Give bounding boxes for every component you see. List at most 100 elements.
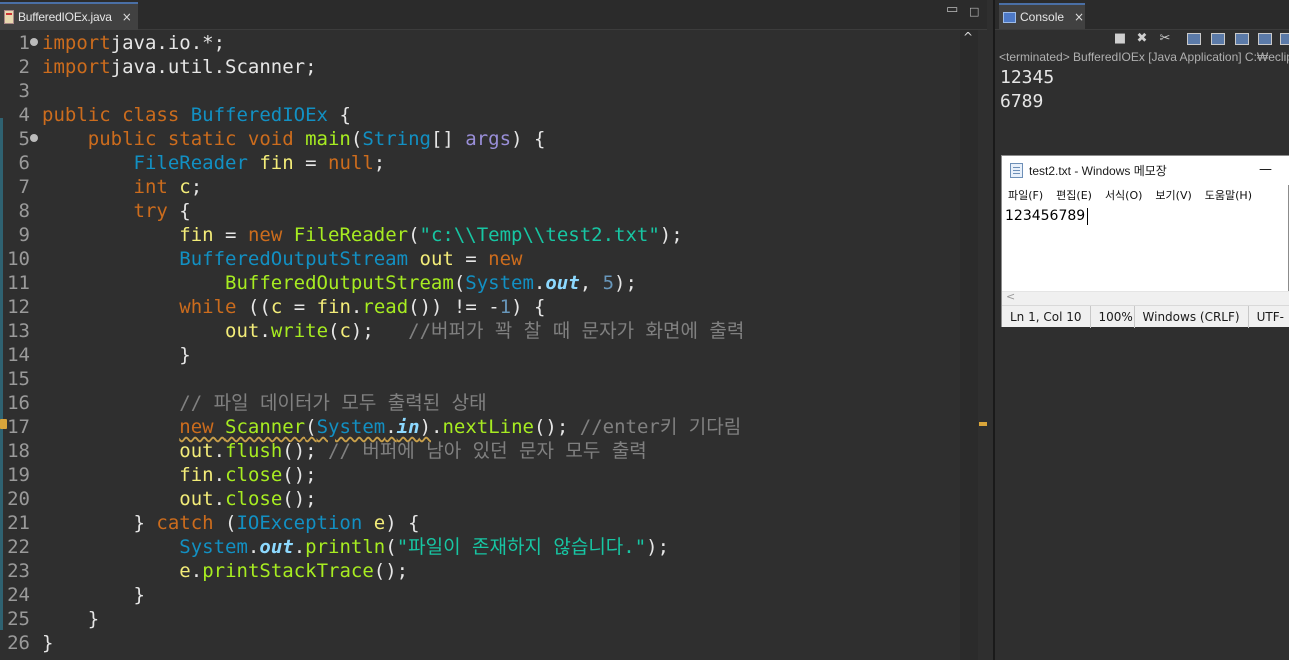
terminate-icon[interactable]: ■ <box>1112 31 1128 47</box>
code-line[interactable]: 13 out.write(c); //버퍼가 꽉 찰 때 문자가 화면에 출력 <box>0 319 960 343</box>
notepad-icon <box>1010 163 1023 178</box>
line-ending: Windows (CRLF) <box>1135 305 1249 328</box>
code-line[interactable]: 19 fin.close(); <box>0 463 960 487</box>
minimize-icon[interactable]: ▭ <box>946 3 958 16</box>
code-editor[interactable]: BufferedIOEx.java × ▭ □ 1 importjava.io.*… <box>0 0 987 660</box>
code-line[interactable]: 11 BufferedOutputStream(System.out, 5); <box>0 271 960 295</box>
code-line[interactable]: 24 } <box>0 583 960 607</box>
code-token: (); <box>282 464 317 486</box>
code-line[interactable]: 8 try { <box>0 199 960 223</box>
console-tab-label: Console <box>1020 10 1065 24</box>
menu-help[interactable]: 도움말(H) <box>1205 187 1252 203</box>
code-token: IOException <box>236 512 374 534</box>
code-token: ( <box>385 536 397 558</box>
pin-console-icon[interactable] <box>1258 33 1272 45</box>
code-line[interactable]: 7 int c; <box>0 175 960 199</box>
overview-warning-marker[interactable] <box>979 422 987 426</box>
code-token: int <box>133 176 180 198</box>
code-token: e <box>179 560 191 582</box>
code-token: fin <box>259 152 294 174</box>
code-line[interactable]: 2 importjava.util.Scanner; <box>0 55 960 79</box>
code-line[interactable]: 21 } catch (IOException e) { <box>0 511 960 535</box>
code-line[interactable]: 6 FileReader fin = null; <box>0 151 960 175</box>
remove-all-icon[interactable]: ✂ <box>1157 31 1173 47</box>
code-token: . <box>259 320 271 342</box>
code-token: FileReader <box>133 152 260 174</box>
code-token: //버퍼가 꽉 찰 때 문자가 화면에 출력 <box>408 320 745 342</box>
horizontal-scrollbar[interactable]: < <box>1002 290 1289 305</box>
vertical-scrollbar[interactable] <box>960 30 978 660</box>
scroll-up-icon[interactable]: ^ <box>963 30 973 44</box>
menu-edit[interactable]: 편집(E) <box>1056 187 1092 203</box>
code-token: "c:\\Temp\\test2.txt" <box>419 224 660 246</box>
line-number: 17 <box>7 416 30 438</box>
code-token: main <box>305 128 351 150</box>
code-token: (); <box>282 440 329 462</box>
fold-toggle-icon[interactable] <box>30 134 38 142</box>
scroll-lock-icon[interactable] <box>1211 33 1225 45</box>
code-token: ; <box>373 152 386 174</box>
code-token: System <box>465 272 534 294</box>
code-token: printStackTrace <box>202 560 374 582</box>
code-line[interactable]: 10 BufferedOutputStream out = new <box>0 247 960 271</box>
line-number: 21 <box>7 512 30 534</box>
code-line[interactable]: 16 // 파일 데이터가 모두 출력된 상태 <box>0 391 960 415</box>
menu-view[interactable]: 보기(V) <box>1155 187 1191 203</box>
code-line[interactable]: 5 public static void main(String[] args)… <box>0 127 960 151</box>
code-line[interactable]: 14 } <box>0 343 960 367</box>
code-token: } <box>42 344 191 366</box>
close-icon[interactable]: × <box>122 11 132 23</box>
console-output-line: 6789 <box>1000 91 1044 112</box>
code-line[interactable]: 18 out.flush(); // 버퍼에 남아 있던 문자 모두 출력 <box>0 439 960 463</box>
menu-file[interactable]: 파일(F) <box>1008 187 1043 203</box>
line-number: 22 <box>7 536 30 558</box>
code-line[interactable]: 15 <box>0 367 960 391</box>
code-token: ) { <box>511 128 546 150</box>
line-number: 5 <box>18 128 30 150</box>
code-line[interactable]: 26} <box>0 631 960 655</box>
fold-toggle-icon[interactable] <box>30 38 38 46</box>
console-view: Console × ■ ✖ ✂ <terminated> BufferedIOE… <box>993 0 1289 660</box>
code-line[interactable]: 20 out.close(); <box>0 487 960 511</box>
code-token: [] <box>430 128 466 150</box>
code-line[interactable]: 4 public class BufferedIOEx { <box>0 103 960 127</box>
code-line[interactable]: 23 e.printStackTrace(); <box>0 559 960 583</box>
code-line[interactable]: 3 <box>0 79 960 103</box>
code-token: . <box>350 296 363 318</box>
notepad-window[interactable]: test2.txt - Windows 메모장 — 파일(F) 편집(E) 서식… <box>1001 155 1289 328</box>
clear-console-icon[interactable] <box>1187 33 1201 45</box>
notepad-text-area[interactable]: 123456789 <box>1002 205 1289 291</box>
code-line[interactable]: 9 fin = new FileReader("c:\\Temp\\test2.… <box>0 223 960 247</box>
code-text: int c; <box>42 175 203 199</box>
code-token: c <box>339 320 351 342</box>
notepad-menubar: 파일(F) 편집(E) 서식(O) 보기(V) 도움말(H) <box>1002 185 1289 205</box>
code-line[interactable]: 1 importjava.io.*; <box>0 31 960 55</box>
code-line[interactable]: 25 } <box>0 607 960 631</box>
code-area[interactable]: 1 importjava.io.*; 2 importjava.util.Scanne… <box>0 30 960 660</box>
close-icon[interactable]: × <box>1074 11 1084 23</box>
maximize-icon[interactable]: □ <box>969 6 979 17</box>
code-line[interactable]: 12 while ((c = fin.read()) != -1) { <box>0 295 960 319</box>
line-number: 3 <box>18 80 30 102</box>
minimize-icon[interactable]: — <box>1259 162 1272 177</box>
remove-launch-icon[interactable]: ✖ <box>1134 31 1150 47</box>
menu-format[interactable]: 서식(O) <box>1105 187 1142 203</box>
display-console-icon[interactable] <box>1280 33 1289 45</box>
code-text: } <box>42 583 145 607</box>
code-line[interactable]: 22 System.out.println("파일이 존재하지 않습니다."); <box>0 535 960 559</box>
notepad-titlebar[interactable]: test2.txt - Windows 메모장 — <box>1002 156 1289 185</box>
editor-tab-bufferedioex[interactable]: BufferedIOEx.java × <box>0 2 138 30</box>
code-token: } <box>42 512 157 534</box>
console-tab[interactable]: Console × <box>999 3 1085 29</box>
code-token: read <box>362 296 409 318</box>
code-token: out <box>225 320 260 342</box>
line-number: 12 <box>7 296 30 318</box>
show-console-icon[interactable] <box>1235 33 1249 45</box>
scroll-left-icon[interactable]: < <box>1006 290 1015 303</box>
code-line[interactable]: 17 new Scanner(System.in).nextLine(); //… <box>0 415 960 439</box>
